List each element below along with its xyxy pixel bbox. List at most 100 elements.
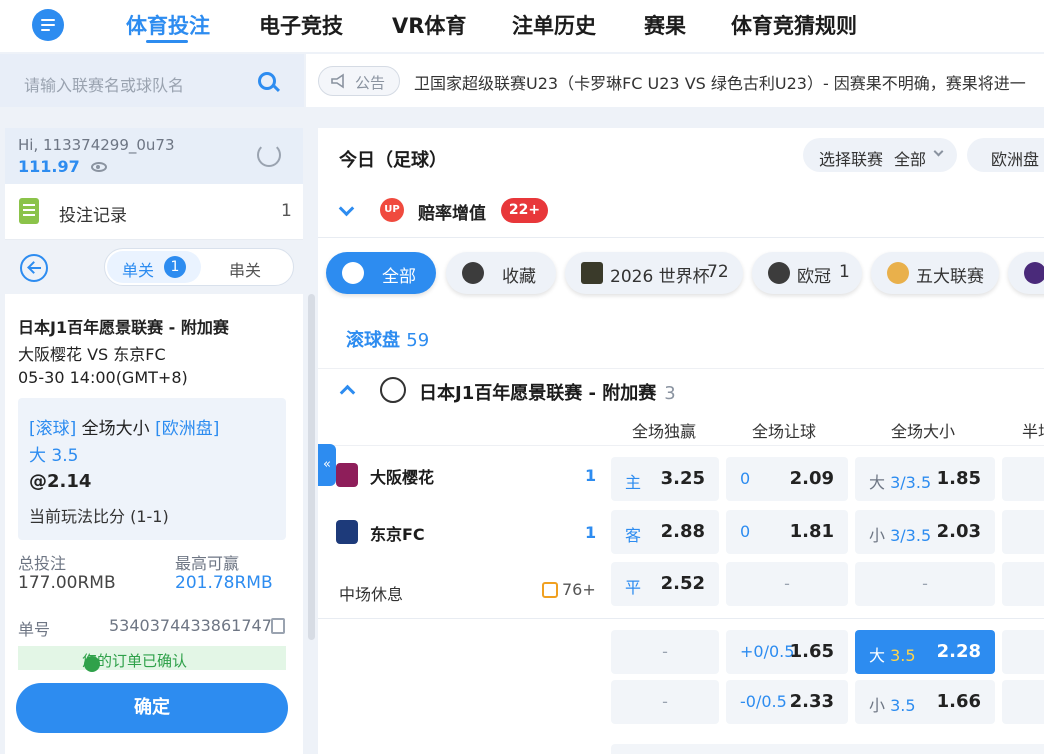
panel-scrollbar[interactable] xyxy=(308,294,315,640)
odds-cell-half[interactable] xyxy=(1002,510,1044,554)
nav-vr-sports[interactable]: VR体育 xyxy=(392,10,466,40)
empty-placeholder: - xyxy=(784,574,790,593)
active-tab-indicator xyxy=(146,40,188,43)
nav-results[interactable]: 赛果 xyxy=(644,10,686,40)
back-icon[interactable] xyxy=(20,254,48,282)
search-icon[interactable] xyxy=(258,72,276,90)
odds-cell-half[interactable] xyxy=(1002,562,1044,606)
col-totals: 全场大小 xyxy=(891,422,956,441)
category-label: 欧冠 xyxy=(797,267,831,287)
odds-cell-away-win[interactable]: 客 2.88 xyxy=(611,510,719,554)
match-status: 中场休息 xyxy=(339,585,404,604)
category-favorites[interactable]: 收藏 xyxy=(446,252,556,294)
category-top-five-leagues[interactable]: 五大联赛 xyxy=(871,252,999,294)
balance: 111.97 xyxy=(18,157,80,176)
nav-bet-history[interactable]: 注单历史 xyxy=(512,10,596,40)
bet-slip-panel: Hi, 113374299_0u73 111.97 投注记录 1 单关 1 串关… xyxy=(5,128,303,754)
menu-icon[interactable] xyxy=(32,9,64,41)
category-world-cup[interactable]: 2026 世界杯 72 xyxy=(565,252,743,294)
odds-cell-half[interactable] xyxy=(1002,630,1044,674)
away-score: 1 xyxy=(585,523,597,542)
odds-cell-handicap-home-alt[interactable]: +0/0.5 1.65 xyxy=(726,630,848,674)
notice-text[interactable]: 卫国家超级联赛U23（卡罗琳FC U23 VS 绿色古利U23）- 因赛果不明确… xyxy=(414,70,1026,94)
totals-side: 小 xyxy=(869,696,886,715)
odds-cell-handicap-away[interactable]: 0 1.81 xyxy=(726,510,848,554)
totals-side: 大 xyxy=(869,473,886,492)
chevron-down-icon xyxy=(338,200,355,217)
confirm-button[interactable]: 确定 xyxy=(16,683,288,733)
odds-cell-handicap-home[interactable]: 0 2.09 xyxy=(726,457,848,501)
odds-cell-home-win[interactable]: 主 3.25 xyxy=(611,457,719,501)
league-name: 日本J1百年愿景联赛 - 附加赛 xyxy=(419,383,657,404)
odds-boost-row[interactable]: UP 赔率增值 22+ xyxy=(318,184,1044,238)
odds-cell-over-alt-selected[interactable]: 大 3.5 2.28 xyxy=(855,630,995,674)
single-bet-label: 单关 xyxy=(122,261,155,280)
category-all[interactable]: 全部 xyxy=(326,252,436,294)
eye-icon[interactable] xyxy=(91,162,107,172)
nav-rules[interactable]: 体育竞猜规则 xyxy=(731,10,857,40)
more-markets-icon[interactable] xyxy=(542,582,558,598)
slip-odds: @2.14 xyxy=(29,471,92,492)
odds-cell-value: 2.09 xyxy=(789,468,834,489)
category-champions-league[interactable]: 欧冠 1 xyxy=(752,252,862,294)
more-markets-count[interactable]: 76+ xyxy=(562,580,596,599)
chevron-up-icon xyxy=(339,384,356,401)
laurel-icon xyxy=(887,262,909,284)
odds-cell-under[interactable]: 小 3/3.5 2.03 xyxy=(855,510,995,554)
league-filter-select[interactable]: 选择联赛 全部 xyxy=(803,138,957,172)
search-placeholder: 请输入联赛名或球队名 xyxy=(24,76,185,95)
handicap-line: +0/0.5 xyxy=(740,642,795,661)
totals-side: 大 xyxy=(869,646,886,665)
odds-cell-empty: - xyxy=(726,562,848,606)
col-handicap: 全场让球 xyxy=(752,422,817,441)
home-score: 1 xyxy=(585,466,597,485)
tab-single-bet[interactable]: 单关 1 xyxy=(107,251,201,283)
copy-icon[interactable] xyxy=(271,618,285,634)
category-count: 72 xyxy=(707,262,729,282)
refresh-icon[interactable] xyxy=(257,143,281,167)
team-crest-icon xyxy=(336,520,358,544)
totals-line: 3.5 xyxy=(890,646,916,665)
trophy-icon xyxy=(581,262,603,284)
league-title: 日本J1百年愿景联赛 - 附加赛 3 xyxy=(419,379,676,405)
next-row-stub xyxy=(611,744,1044,754)
odds-cell-under-alt[interactable]: 小 3.5 1.66 xyxy=(855,680,995,724)
bet-mode-switch: 单关 1 串关 xyxy=(104,248,294,286)
league-header[interactable]: 日本J1百年愿景联赛 - 附加赛 3 xyxy=(318,368,1044,412)
odds-cell-empty: - xyxy=(611,630,719,674)
notice-badge: 公告 xyxy=(318,66,400,96)
category-next[interactable] xyxy=(1008,252,1044,294)
nav-sports-betting[interactable]: 体育投注 xyxy=(126,10,210,40)
away-team-name: 东京FC xyxy=(370,525,425,544)
odds-cell-empty: - xyxy=(611,680,719,724)
collapse-panel-button[interactable]: « xyxy=(318,444,336,486)
odds-cell-draw[interactable]: 平 2.52 xyxy=(611,562,719,606)
bet-record-count: 1 xyxy=(281,201,292,221)
odds-cell-half[interactable] xyxy=(1002,457,1044,501)
odds-cell-label: 主 xyxy=(625,473,642,492)
username: Hi, 113374299_0u73 xyxy=(18,136,175,154)
slip-selection: 大 3.5 xyxy=(29,446,79,466)
star-icon xyxy=(462,262,484,284)
odds-cell-value: 1.81 xyxy=(789,521,834,542)
odds-cell-empty: - xyxy=(855,562,995,606)
check-icon xyxy=(84,656,100,672)
col-moneyline: 全场独赢 xyxy=(632,422,697,441)
odds-cell-handicap-away-alt[interactable]: -0/0.5 2.33 xyxy=(726,680,848,724)
stake-label: 总投注 xyxy=(18,554,67,573)
notice-bar: 公告 卫国家超级联赛U23（卡罗琳FC U23 VS 绿色古利U23）- 因赛果… xyxy=(306,54,1044,107)
match-list-panel: 今日（足球） 选择联赛 全部 欧洲盘 UP 赔率增值 22+ 全部 收藏 202… xyxy=(318,128,1044,754)
ticket-number: 5340374433861747 xyxy=(109,616,272,635)
odds-cell-over[interactable]: 大 3/3.5 1.85 xyxy=(855,457,995,501)
league-match-count: 3 xyxy=(664,383,676,404)
tab-multi-bet[interactable]: 串关 xyxy=(229,257,261,281)
order-confirmed-banner: 您的订单已确认 xyxy=(18,646,286,670)
max-win-label: 最高可赢 xyxy=(175,554,240,573)
odds-format-select[interactable]: 欧洲盘 xyxy=(967,138,1044,172)
bet-record-row[interactable]: 投注记录 1 xyxy=(5,184,303,240)
nav-esports[interactable]: 电子竞技 xyxy=(259,10,343,40)
odds-cell-value: 2.28 xyxy=(936,641,981,662)
slip-time: 05-30 14:00(GMT+8) xyxy=(18,368,188,387)
odds-cell-half[interactable] xyxy=(1002,680,1044,724)
max-win-value: 201.78RMB xyxy=(175,573,273,593)
